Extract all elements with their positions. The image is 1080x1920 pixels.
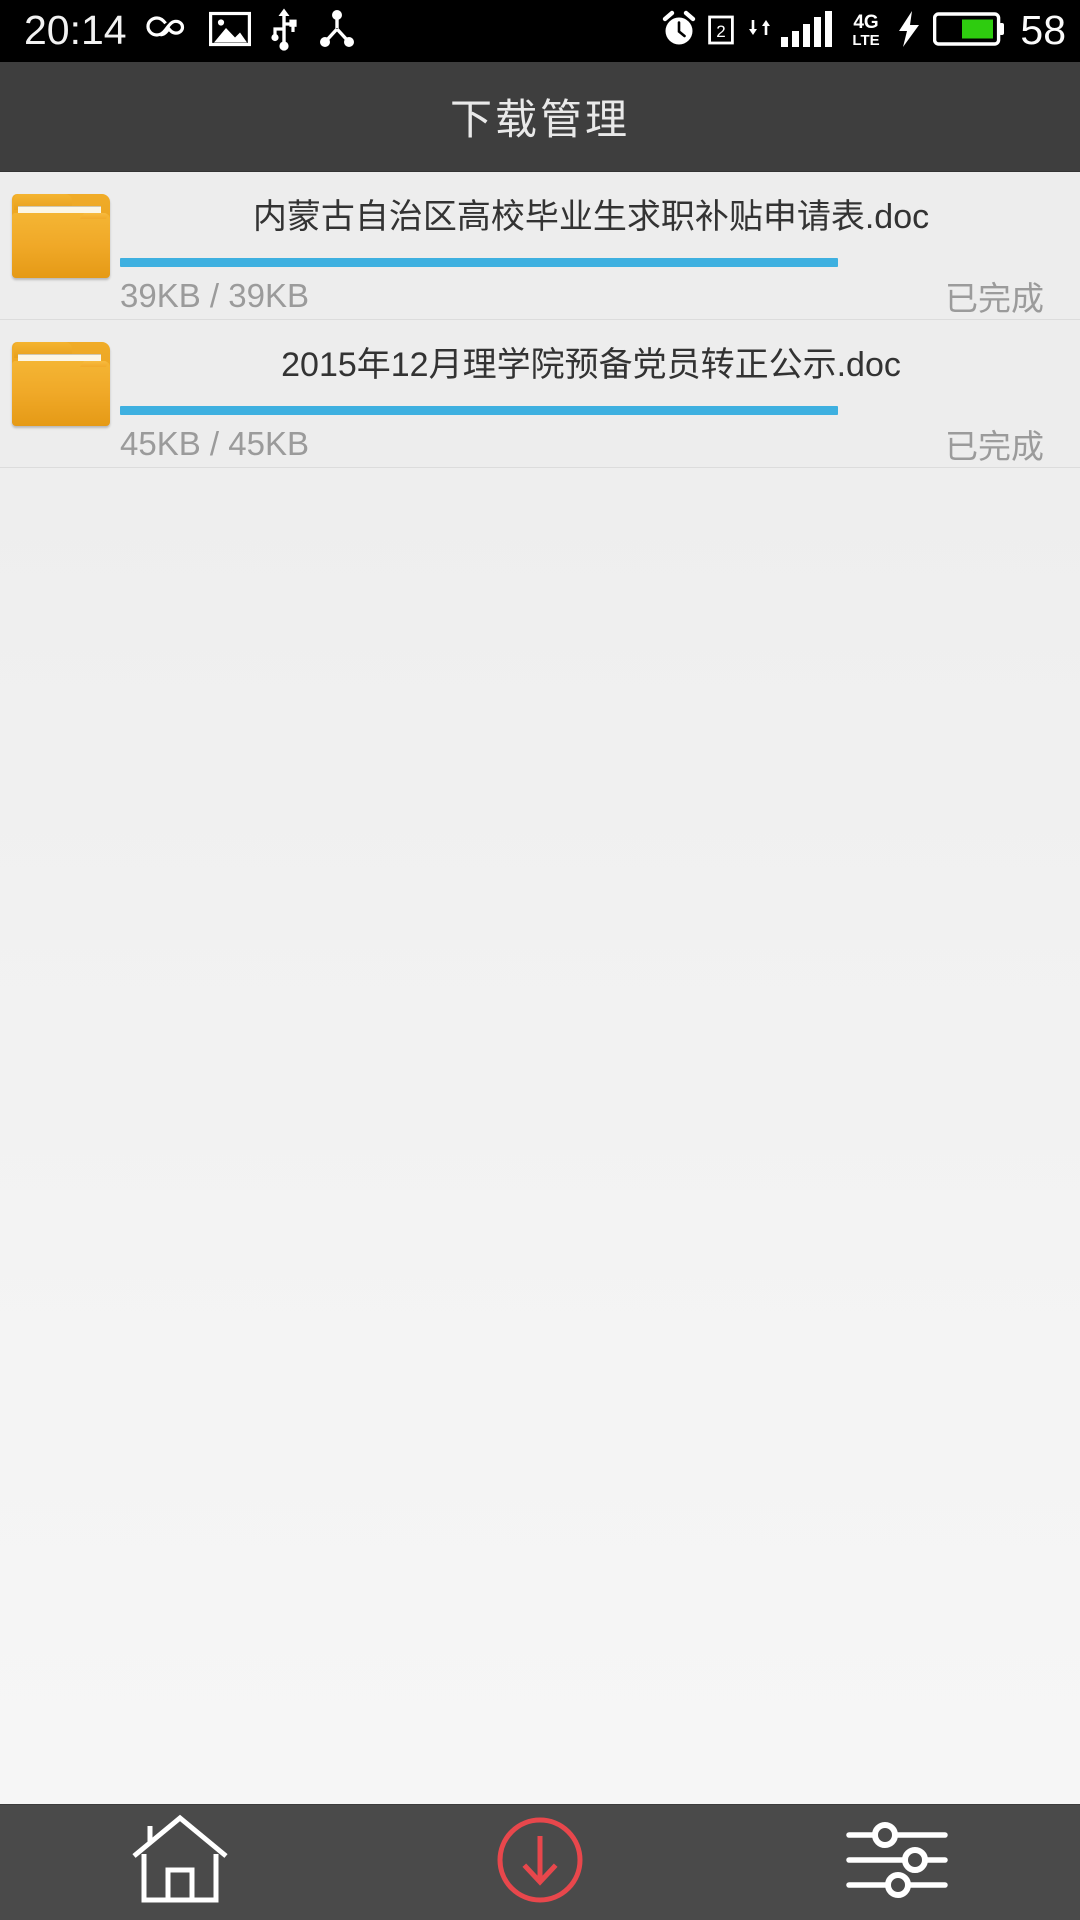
download-circle-icon <box>492 1812 588 1913</box>
infinity-icon <box>145 12 191 51</box>
home-icon <box>128 1812 232 1913</box>
battery-icon <box>933 10 1005 53</box>
folder-icon-wrap <box>0 320 120 426</box>
page-title: 下载管理 <box>449 96 630 143</box>
sliders-icon <box>845 1817 955 1908</box>
status-bar-clock: 20:14 <box>24 6 127 53</box>
folder-icon <box>12 194 110 278</box>
svg-text:LTE: LTE <box>853 32 880 49</box>
nav-item-downloads[interactable] <box>360 1805 720 1920</box>
download-status-label: 已完成 <box>945 280 1044 317</box>
download-file-name: 2015年12月理学院预备党员转正公示.doc <box>281 346 901 384</box>
download-item-body: 2015年12月理学院预备党员转正公示.doc 45KB / 45KB 已完成 <box>120 320 1080 465</box>
download-list: 内蒙古自治区高校毕业生求职补贴申请表.doc 39KB / 39KB 已完成 2… <box>0 172 1080 468</box>
debug-share-icon <box>317 9 357 54</box>
download-list-item[interactable]: 2015年12月理学院预备党员转正公示.doc 45KB / 45KB 已完成 <box>0 320 1080 468</box>
download-file-name: 内蒙古自治区高校毕业生求职补贴申请表.doc <box>252 198 930 236</box>
svg-text:2: 2 <box>717 22 726 41</box>
status-bar-right: 2 4G LTE 58 <box>661 9 1066 54</box>
image-icon <box>208 11 251 52</box>
battery-percent-label: 58 <box>1020 6 1066 53</box>
download-progress-fill <box>120 258 838 267</box>
download-list-area: 内蒙古自治区高校毕业生求职补贴申请表.doc 39KB / 39KB 已完成 2… <box>0 172 1080 1804</box>
download-size-label: 39KB / 39KB <box>120 277 309 314</box>
download-item-body: 内蒙古自治区高校毕业生求职补贴申请表.doc 39KB / 39KB 已完成 <box>120 172 1080 317</box>
usb-icon <box>269 7 299 56</box>
signal-bars-icon <box>780 10 836 53</box>
download-item-meta: 39KB / 39KB 已完成 <box>120 272 1044 320</box>
nav-item-home[interactable] <box>0 1805 360 1920</box>
nav-item-settings[interactable] <box>720 1805 1080 1920</box>
download-item-meta: 45KB / 45KB 已完成 <box>120 420 1044 468</box>
download-progress-bar <box>120 406 838 415</box>
download-list-item[interactable]: 内蒙古自治区高校毕业生求职补贴申请表.doc 39KB / 39KB 已完成 <box>0 172 1080 320</box>
charging-bolt-icon <box>896 10 922 53</box>
download-progress-bar <box>120 258 838 267</box>
download-progress-fill <box>120 406 838 415</box>
download-status-label: 已完成 <box>945 428 1044 465</box>
bottom-navigation-bar <box>0 1804 1080 1920</box>
app-header: 下载管理 <box>0 62 1080 172</box>
folder-icon-wrap <box>0 172 120 278</box>
status-bar: 20:14 2 4G LTE 58 <box>0 0 1080 62</box>
4g-lte-icon: 4G LTE <box>847 9 885 54</box>
sim2-icon: 2 <box>708 13 735 50</box>
status-bar-left: 20:14 <box>24 7 357 56</box>
download-size-label: 45KB / 45KB <box>120 425 309 462</box>
alarm-icon <box>661 10 697 53</box>
svg-text:4G: 4G <box>854 12 879 33</box>
data-transfer-icon <box>745 18 775 45</box>
folder-icon <box>12 342 110 426</box>
